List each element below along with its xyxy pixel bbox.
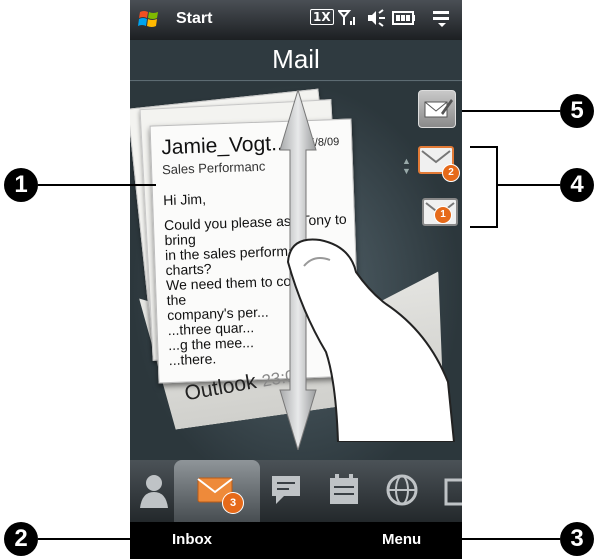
unread-badge: 1 bbox=[434, 206, 452, 224]
mail-content-area[interactable]: Jamie_Vogt... 5/8/09 Sales Performanc Hi… bbox=[130, 82, 462, 460]
callout-marker: 1 bbox=[4, 168, 38, 202]
signal-icon[interactable] bbox=[336, 9, 358, 31]
page-title: Mail bbox=[272, 44, 320, 74]
tab-people[interactable] bbox=[134, 470, 174, 510]
message-greeting: Hi Jim, bbox=[162, 190, 207, 209]
volume-icon[interactable] bbox=[366, 9, 388, 31]
menu-icon[interactable] bbox=[432, 9, 452, 31]
tab-bar: 3 bbox=[130, 460, 462, 522]
callout-marker: 2 bbox=[4, 522, 38, 556]
tab-mail[interactable]: 3 bbox=[174, 460, 260, 522]
softkey-bar: Inbox Menu bbox=[130, 522, 462, 559]
sender-name: Jamie_Vogt... bbox=[160, 131, 289, 160]
tab-internet[interactable] bbox=[382, 470, 422, 510]
callout-line bbox=[430, 538, 560, 540]
callout-bracket bbox=[470, 146, 498, 148]
tab-next[interactable] bbox=[440, 470, 462, 510]
tab-calendar[interactable] bbox=[324, 470, 364, 510]
battery-icon[interactable] bbox=[392, 9, 416, 31]
unread-badge: 2 bbox=[442, 164, 460, 182]
callout-marker: 4 bbox=[560, 168, 594, 202]
inbox-softkey[interactable]: Inbox bbox=[172, 531, 212, 548]
callout-line bbox=[498, 184, 560, 186]
calendar-icon bbox=[330, 474, 358, 504]
callout-bracket bbox=[496, 146, 498, 228]
callout-marker: 3 bbox=[560, 522, 594, 556]
compose-mail-icon bbox=[424, 99, 453, 118]
1x-network-icon: 1X bbox=[310, 9, 334, 25]
globe-icon bbox=[386, 474, 418, 506]
chat-bubble-icon bbox=[272, 476, 300, 504]
windows-logo-icon[interactable] bbox=[138, 8, 160, 30]
start-label[interactable]: Start bbox=[176, 10, 212, 28]
callout-marker: 5 bbox=[560, 94, 594, 128]
phone-screen: Start 1X Mail Jamie_Vogt... 5/8/09 Sales… bbox=[130, 0, 462, 559]
compose-mail-button[interactable] bbox=[418, 90, 456, 128]
menu-softkey[interactable]: Menu bbox=[382, 531, 421, 548]
message-subject: Sales Performanc bbox=[161, 158, 266, 178]
callout-line bbox=[38, 184, 156, 186]
callout-line bbox=[38, 538, 156, 540]
callout-bracket bbox=[470, 226, 498, 228]
title-divider bbox=[130, 80, 462, 81]
status-bar: Start 1X bbox=[130, 0, 462, 40]
thread-scroll-icon[interactable]: ▲ ▼ bbox=[402, 156, 411, 176]
person-icon bbox=[140, 475, 168, 508]
mail-count-badge: 3 bbox=[222, 492, 244, 514]
finger-gesture-icon bbox=[286, 238, 456, 442]
callout-line bbox=[462, 110, 560, 112]
tab-messages[interactable] bbox=[266, 470, 306, 510]
partial-tab-icon bbox=[444, 478, 462, 506]
